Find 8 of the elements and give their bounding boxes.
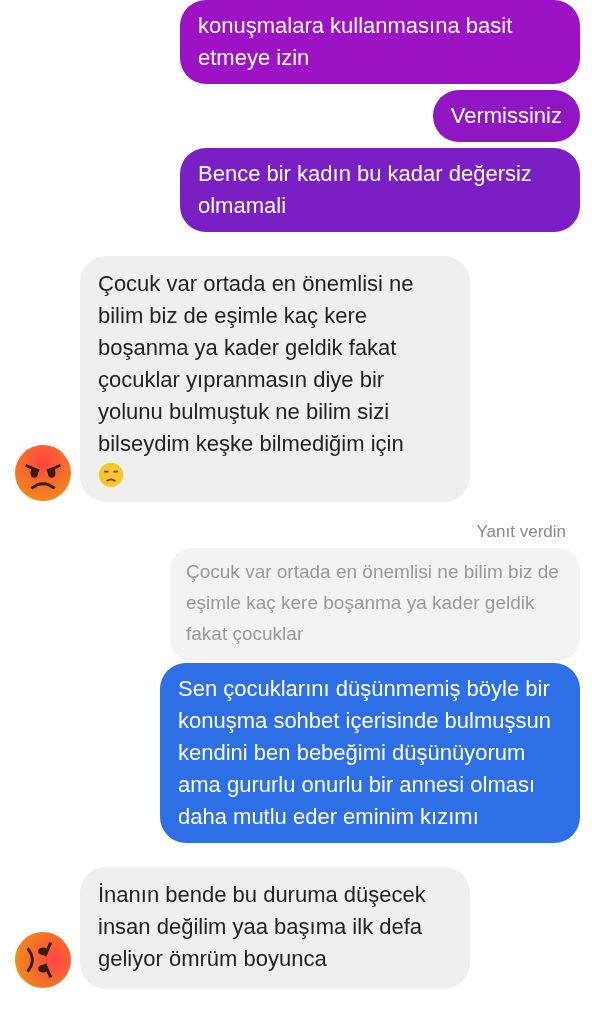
message-bubble: konuşmalara kullanmasına basit etmeye izin [180, 0, 580, 84]
message-bubble: Vermissiniz [432, 90, 580, 142]
reply-label: Yanıt verdin [476, 522, 566, 542]
message-bubble: Sen çocuklarını düşünmemiş böyle bir konuşma sohbet içerisinde bulmuşsun kendini ben bebeğimi düşünüyorum ama gururlu onurlu bir annesi olması daha mutlu eder eminim kızımı [160, 663, 580, 843]
message-bubble: İnanın bende bu duruma düşecek insan değilim yaa başıma ilk defa geliyor ömrüm boyunca [80, 867, 470, 989]
message-bubble: Bence bir kadın bu kadar değersiz olmamali [180, 148, 580, 232]
quoted-message: Çocuk var ortada en önemlisi ne bilim biz de eşimle kaç kere boşanma ya kader geldik fakat çocuklar [170, 548, 580, 661]
message-bubble: Çocuk var ortada en önemlisi ne bilim biz de eşimle kaç kere boşanma ya kader geldik fakat çocuklar yıpranmasın diye bir yolunu bulmuştuk ne bilim sizi bilseydim keşke bilmediğim için [80, 256, 470, 502]
